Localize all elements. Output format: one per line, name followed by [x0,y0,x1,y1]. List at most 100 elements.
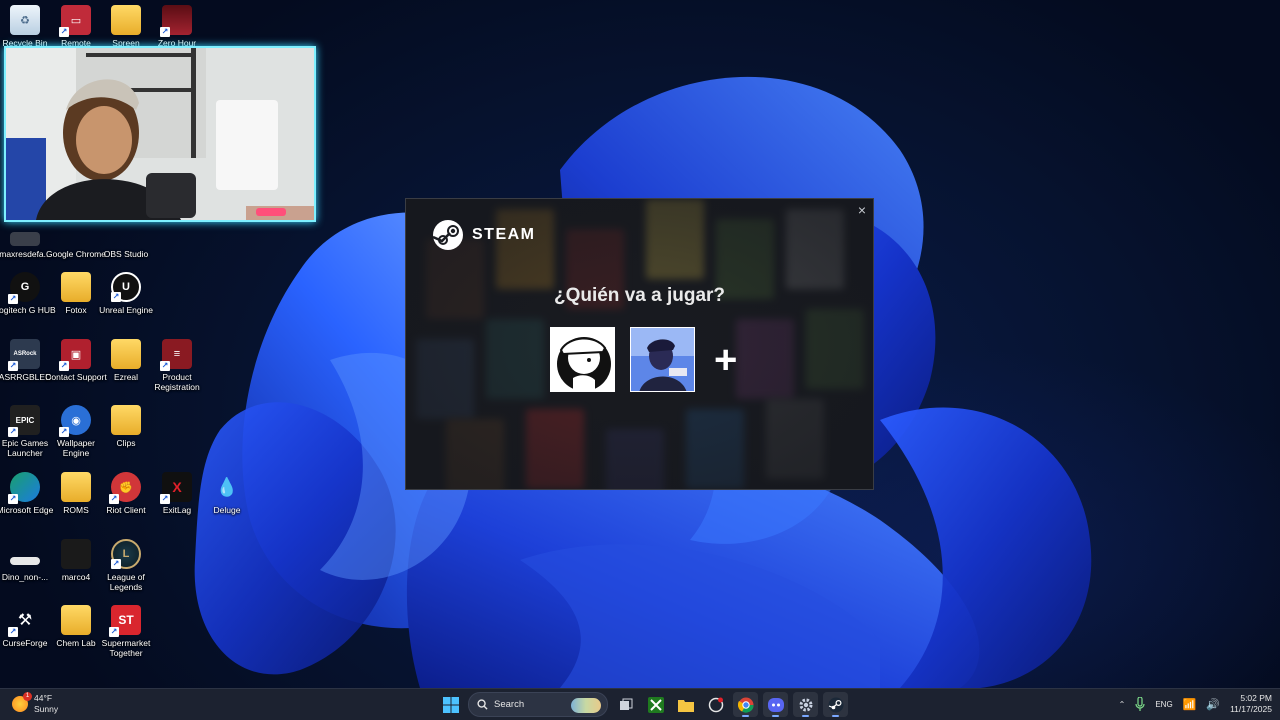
file-explorer-icon [677,699,694,712]
profile-list: + [550,327,737,392]
task-view-icon [619,698,632,710]
curseforge-icon: ⚒ ↗ [8,612,33,637]
desktop-icon-obs-studio[interactable]: OBS Studio [100,216,152,259]
taskbar-settings-button[interactable] [793,692,818,717]
volume-icon[interactable]: 🔊 [1206,698,1220,711]
taskbar-file-explorer-button[interactable] [673,692,698,717]
search-icon [477,699,488,710]
desktop-icon-supermarket-together[interactable]: ST ↗ Supermarket Together [100,605,152,658]
taskbar-search[interactable]: Search [468,692,608,717]
desktop-icon-label: Clips [116,438,136,448]
unreal-icon: U ↗ [111,272,141,302]
taskbar: 1 44°F Sunny Search ⌃ ENG 📶 🔊 5:02 PM 11… [0,688,1280,720]
steam-logo-icon [432,220,463,250]
chrome-icon [737,697,754,713]
taskbar-xbox-button[interactable] [643,692,668,717]
chrome-icon [61,232,91,246]
desktop-icon-clips[interactable]: Clips [100,405,152,448]
desktop-icon-recycle-bin[interactable]: ♻ Recycle Bin [0,5,51,48]
windows-logo-icon [442,696,459,713]
taskbar-discord-button[interactable] [763,692,788,717]
weather-widget[interactable]: 1 44°F Sunny [12,692,59,715]
discord-icon [767,697,784,712]
desktop-icon-wallpaper-engine[interactable]: ◉ ↗ Wallpaper Engine [50,405,102,458]
desktop-icon-microsoft-edge[interactable]: ↗ Microsoft Edge [0,472,53,515]
profile-question-heading: ¿Quién va a jugar? [553,285,726,306]
deluge-icon: 💧 [215,476,239,497]
zero-hour-icon: ↗ [160,5,192,37]
add-profile-button[interactable]: + [714,340,737,380]
desktop-icon-curseforge[interactable]: ⚒ ↗ CurseForge [0,605,51,648]
desktop-icon-label: Unreal Engine [99,305,153,315]
system-tray: ⌃ ENG 📶 🔊 5:02 PM 11/17/2025 [1119,693,1272,715]
steam-wordmark: STEAM [472,226,536,243]
taskbar-chrome-button[interactable] [733,692,758,717]
start-button[interactable] [438,692,463,717]
supermarket-icon: ST ↗ [109,605,141,637]
steam-brand: STEAM [432,219,536,251]
desktop-icon-riot-client[interactable]: ✊ ↗ Riot Client [100,472,152,515]
league-icon: L ↗ [111,539,141,569]
folder-icon [61,272,91,302]
taskbar-steam-button[interactable] [823,692,848,717]
image-file-icon [10,232,40,246]
steam-icon [828,697,843,712]
close-icon[interactable]: × [858,202,866,218]
edge-icon: ↗ [8,472,40,504]
logitech-icon: G ↗ [8,272,40,304]
task-view-button[interactable] [613,692,638,717]
desktop-icon-label: Supermarket Together [101,638,151,658]
desktop-icon-unreal-engine[interactable]: U ↗ Unreal Engine [99,272,153,315]
obs-icon [111,232,141,246]
sun-icon: 1 [12,692,32,712]
desktop-icon-epic-games-launcher[interactable]: EPIC ↗ Epic Games Launcher [0,405,51,458]
webcam-feed-image [6,48,314,220]
product-registration-icon: ≡ ↗ [160,339,192,371]
clock-time: 5:02 PM [1240,693,1272,703]
microphone-icon[interactable] [1135,697,1145,711]
desktop-icon-label: Deluge [213,505,241,515]
desktop-icon-zero-hour[interactable]: ↗ Zero Hour [151,5,203,48]
search-label: Search [494,699,525,710]
notification-badge: 1 [23,692,32,701]
folder-icon [61,472,91,502]
xbox-app-icon [647,696,664,713]
weather-temperature: 44°F [34,693,53,703]
clock[interactable]: 5:02 PM 11/17/2025 [1230,693,1272,715]
app-icon [708,697,723,712]
profile-avatar-2[interactable] [630,327,695,392]
taskbar-apps: Search [438,692,848,717]
asrock-icon: ASRock ↗ [8,339,40,371]
desktop-icon-dino[interactable]: Dino_non-... [0,539,51,582]
desktop-icon-asrrgbled[interactable]: ASRock ↗ ASRRGBLED [0,339,51,382]
gear-icon [799,698,812,711]
cartoon-avatar-icon [557,337,611,391]
exitlag-icon: X ↗ [160,472,192,504]
search-highlight-art [571,698,601,713]
desktop-icon-ezreal[interactable]: Ezreal [100,339,152,382]
desktop-icon-label: Product Registration [154,372,200,392]
profile-avatar-1[interactable] [550,327,615,392]
desktop-icon-maxresdefault[interactable]: maxresdefa... [0,216,51,259]
folder-icon [111,5,141,35]
folder-icon [61,605,91,635]
desktop-icon-deluge[interactable]: 💧 Deluge [201,472,253,516]
desktop-icon-spreen[interactable]: Spreen [100,5,152,48]
desktop-icon-product-registration[interactable]: ≡ ↗ Product Registration [151,339,203,392]
riot-icon: ✊ ↗ [109,472,141,504]
desktop-icon-label: League of Legends [107,572,145,592]
wallpaper-engine-icon: ◉ ↗ [59,405,91,437]
weather-condition: Sunny [34,704,59,714]
photo-avatar-icon [631,328,694,391]
desktop-icon-logitech-g-hub[interactable]: G ↗ Logitech G HUB [0,272,56,315]
desktop-icon-league-of-legends[interactable]: L ↗ League of Legends [100,539,152,592]
folder-icon [111,339,141,369]
remote-icon: ▭ ↗ [59,5,91,37]
steam-profile-dialog: × STEAM ¿Quién va a jugar? + [405,198,874,490]
taskbar-app-button[interactable] [703,692,728,717]
language-indicator[interactable]: ENG [1155,700,1172,709]
recycle-bin-icon: ♻ [10,5,40,35]
wifi-icon[interactable]: 📶 [1183,698,1197,711]
chevron-up-icon[interactable]: ⌃ [1119,700,1126,709]
file-icon [61,539,91,569]
